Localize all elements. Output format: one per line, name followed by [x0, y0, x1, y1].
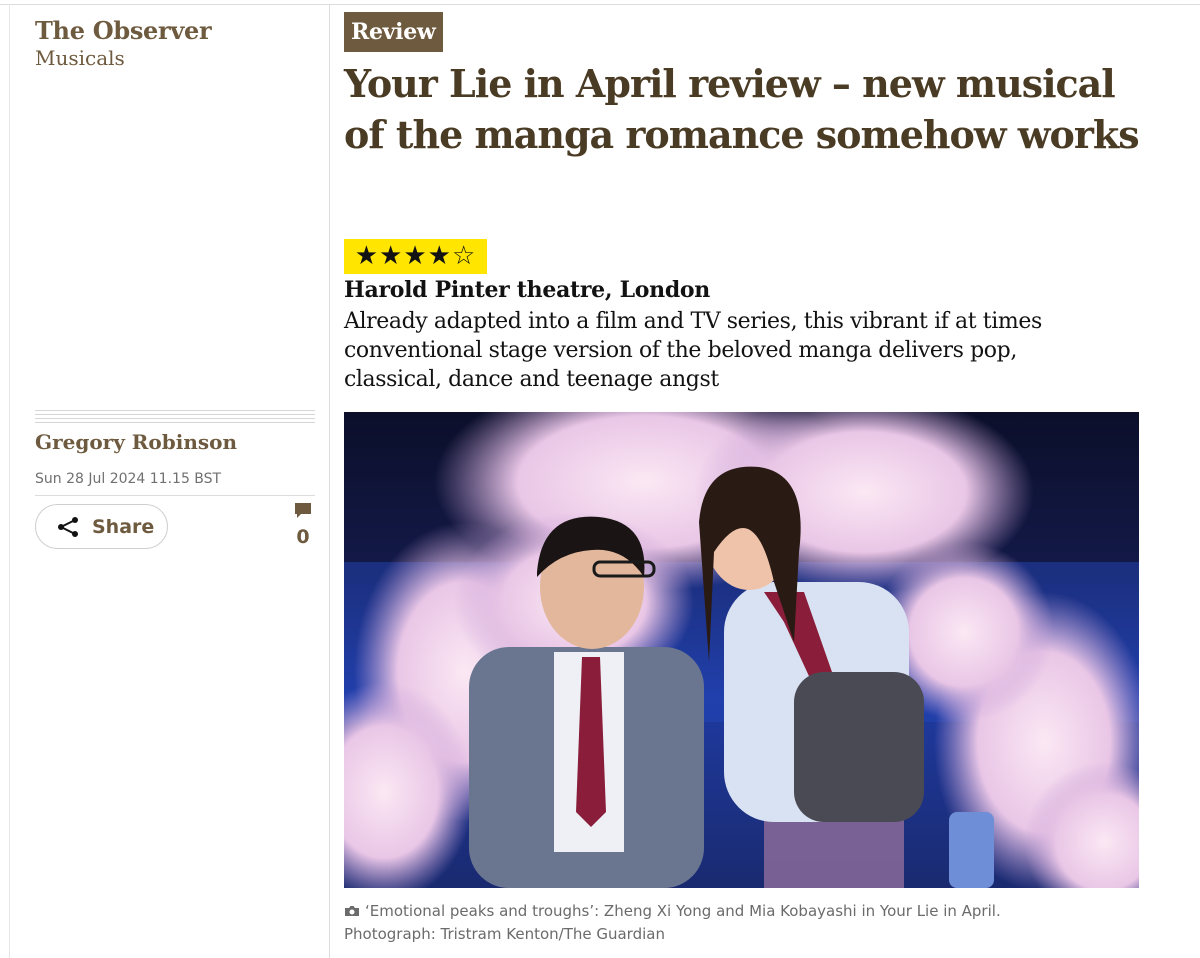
share-icon	[58, 516, 78, 537]
headline: Your Lie in April review – new musical o…	[344, 61, 1140, 157]
left-edge-divider	[9, 4, 10, 958]
publication-name[interactable]: The Observer	[35, 16, 212, 46]
publish-date: Sun 28 Jul 2024 11.15 BST	[35, 471, 222, 487]
column-divider	[329, 4, 330, 958]
photo-caption: ‘Emotional peaks and troughs’: Zheng Xi …	[344, 900, 1134, 946]
comments-button[interactable]: 0	[290, 502, 316, 548]
top-divider	[0, 4, 1200, 5]
comment-count: 0	[296, 526, 310, 548]
star-rating: ★★★★☆	[344, 239, 487, 274]
share-label: Share	[92, 515, 155, 538]
masthead: The Observer Musicals	[35, 16, 212, 70]
article-photo[interactable]	[344, 412, 1139, 888]
meta-divider	[35, 410, 315, 426]
caption-text: ‘Emotional peaks and troughs’: Zheng Xi …	[365, 902, 1001, 920]
comment-icon	[295, 503, 311, 518]
kicker-label[interactable]: Review	[344, 12, 443, 52]
photo-credit: Photograph: Tristram Kenton/The Guardian	[344, 925, 665, 943]
venue: Harold Pinter theatre, London	[344, 277, 710, 303]
share-button[interactable]: Share	[35, 504, 168, 549]
author-link[interactable]: Gregory Robinson	[35, 430, 237, 454]
camera-icon	[345, 906, 359, 916]
date-divider	[35, 495, 315, 496]
section-link[interactable]: Musicals	[35, 46, 211, 70]
standfirst: Already adapted into a film and TV serie…	[344, 309, 1042, 392]
photo-illustration	[344, 412, 1139, 888]
